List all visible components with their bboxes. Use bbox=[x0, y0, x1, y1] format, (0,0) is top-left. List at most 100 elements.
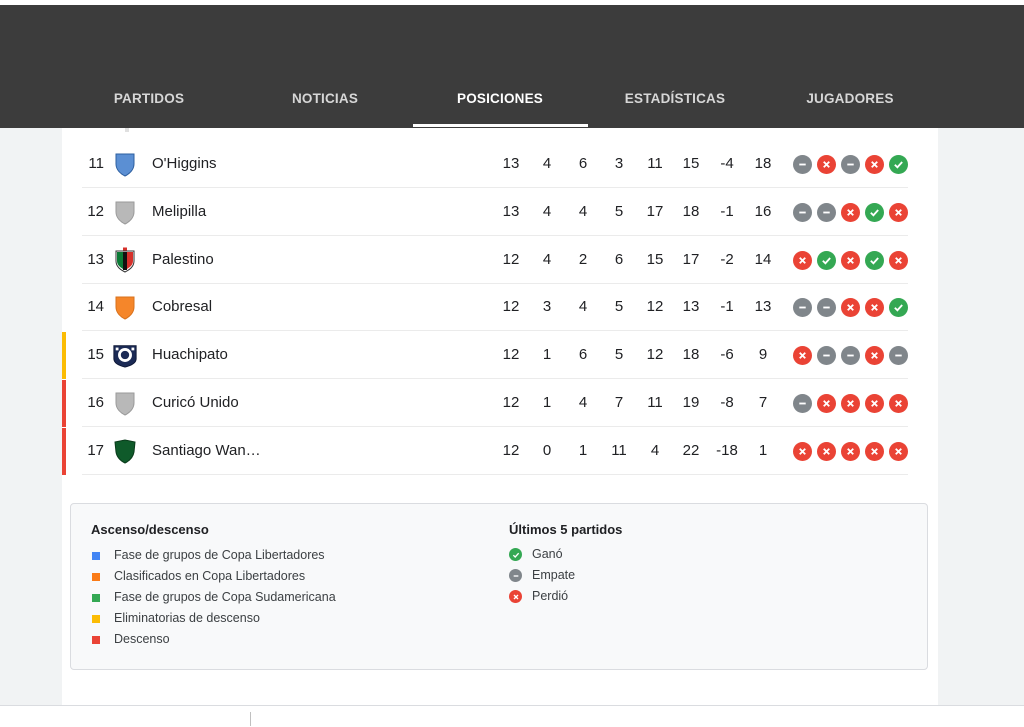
legend-result-label: Perdió bbox=[532, 589, 569, 603]
stat-cell: 9 bbox=[758, 346, 768, 363]
check-icon bbox=[509, 548, 522, 561]
stat-cell: 5 bbox=[614, 298, 624, 315]
stat-cell: 4 bbox=[578, 298, 588, 315]
tab-jugadores[interactable]: JUGADORES bbox=[800, 91, 900, 115]
close-icon bbox=[865, 155, 884, 174]
stat-cell: 13 bbox=[682, 298, 700, 315]
stat-cell: 2 bbox=[578, 251, 588, 268]
position-cell: 15 bbox=[87, 346, 104, 363]
close-icon bbox=[865, 346, 884, 365]
bottom-divider bbox=[250, 712, 251, 726]
minus-icon bbox=[841, 346, 860, 365]
table-row[interactable]: 11 O'Higgins 13 4 6 3 11 15 -4 18 bbox=[62, 141, 938, 188]
position-cell: 13 bbox=[87, 251, 104, 268]
team-name[interactable]: Curicó Unido bbox=[152, 394, 239, 411]
position-cell: 12 bbox=[87, 203, 104, 220]
cobresal-crest bbox=[112, 294, 138, 320]
minus-icon bbox=[793, 155, 812, 174]
stat-cell: 18 bbox=[682, 203, 700, 220]
previous-row-edge bbox=[125, 128, 129, 132]
ohiggins-crest bbox=[112, 151, 138, 177]
check-icon bbox=[889, 298, 908, 317]
minus-icon bbox=[793, 203, 812, 222]
team-name[interactable]: Palestino bbox=[152, 251, 214, 268]
close-icon bbox=[817, 394, 836, 413]
row-divider bbox=[82, 187, 908, 188]
legend-color-swatch bbox=[92, 615, 100, 623]
stat-cell: 5 bbox=[614, 203, 624, 220]
stat-cell: 18 bbox=[754, 155, 772, 172]
team-name[interactable]: Santiago Wan… bbox=[152, 442, 261, 459]
stat-cell: 17 bbox=[646, 203, 664, 220]
legend-result-label: Ganó bbox=[532, 547, 563, 561]
row-divider bbox=[82, 474, 908, 475]
active-tab-indicator bbox=[413, 124, 588, 127]
app-header: PARTIDOS NOTICIAS POSICIONES ESTADÍSTICA… bbox=[0, 0, 1024, 128]
stat-cell: -8 bbox=[720, 394, 734, 411]
minus-icon bbox=[793, 394, 812, 413]
table-row[interactable]: 15 Huachipato 12 1 6 5 12 18 -6 9 bbox=[62, 332, 938, 379]
stat-cell: 4 bbox=[578, 394, 588, 411]
tab-partidos[interactable]: PARTIDOS bbox=[112, 91, 186, 115]
table-row[interactable]: 13 Palestino 12 4 2 6 15 17 -2 14 bbox=[62, 237, 938, 284]
check-icon bbox=[889, 155, 908, 174]
table-row[interactable]: 14 Cobresal 12 3 4 5 12 13 -1 13 bbox=[62, 284, 938, 331]
zone-indicator bbox=[62, 332, 66, 379]
close-icon bbox=[841, 298, 860, 317]
stat-cell: 17 bbox=[682, 251, 700, 268]
position-cell: 16 bbox=[87, 394, 104, 411]
curico-crest bbox=[112, 390, 138, 416]
bottom-bar bbox=[0, 705, 1024, 727]
position-cell: 11 bbox=[88, 155, 104, 172]
close-icon bbox=[509, 590, 522, 603]
close-icon bbox=[841, 442, 860, 461]
position-cell: 14 bbox=[87, 298, 104, 315]
stat-cell: 3 bbox=[614, 155, 624, 172]
close-icon bbox=[793, 346, 812, 365]
row-divider bbox=[82, 426, 908, 427]
minus-icon bbox=[841, 155, 860, 174]
wanderers-crest bbox=[112, 438, 138, 464]
table-row[interactable]: 17 Santiago Wan… 12 0 1 11 4 22 -18 1 bbox=[62, 428, 938, 475]
team-name[interactable]: Melipilla bbox=[152, 203, 206, 220]
legend-color-swatch bbox=[92, 573, 100, 581]
team-name[interactable]: Huachipato bbox=[152, 346, 228, 363]
position-cell: 17 bbox=[87, 442, 104, 459]
stat-cell: 16 bbox=[754, 203, 772, 220]
stat-cell: 1 bbox=[758, 442, 768, 459]
stat-cell: 11 bbox=[647, 394, 663, 411]
stat-cell: 12 bbox=[502, 346, 520, 363]
close-icon bbox=[865, 442, 884, 461]
stat-cell: 13 bbox=[502, 203, 520, 220]
zone-indicator bbox=[62, 380, 66, 427]
team-name[interactable]: Cobresal bbox=[152, 298, 212, 315]
stat-cell: -18 bbox=[716, 442, 738, 459]
close-icon bbox=[865, 298, 884, 317]
close-icon bbox=[841, 394, 860, 413]
stat-cell: -6 bbox=[720, 346, 734, 363]
stat-cell: 1 bbox=[542, 346, 552, 363]
stat-cell: -1 bbox=[720, 203, 734, 220]
legend-results-title: Últimos 5 partidos bbox=[509, 522, 623, 537]
table-row[interactable]: 16 Curicó Unido 12 1 4 7 11 19 -8 7 bbox=[62, 380, 938, 427]
minus-icon bbox=[817, 346, 836, 365]
table-row[interactable]: 12 Melipilla 13 4 4 5 17 18 -1 16 bbox=[62, 189, 938, 236]
tab-noticias[interactable]: NOTICIAS bbox=[288, 91, 362, 115]
tab-posiciones[interactable]: POSICIONES bbox=[448, 91, 552, 115]
minus-icon bbox=[793, 298, 812, 317]
legend-result-label: Empate bbox=[532, 568, 576, 582]
legend-panel: Ascenso/descenso Fase de grupos de Copa … bbox=[70, 503, 928, 670]
close-icon bbox=[817, 155, 836, 174]
tab-estadisticas[interactable]: ESTADÍSTICAS bbox=[618, 91, 732, 115]
stat-cell: 14 bbox=[754, 251, 772, 268]
stat-cell: 19 bbox=[682, 394, 700, 411]
huachipato-crest bbox=[112, 342, 138, 368]
check-icon bbox=[865, 203, 884, 222]
stat-cell: 7 bbox=[614, 394, 624, 411]
row-divider bbox=[82, 330, 908, 331]
team-name[interactable]: O'Higgins bbox=[152, 155, 217, 172]
tab-bar: PARTIDOS NOTICIAS POSICIONES ESTADÍSTICA… bbox=[62, 5, 938, 128]
legend-zone-label: Fase de grupos de Copa Libertadores bbox=[114, 548, 325, 562]
stat-cell: 13 bbox=[502, 155, 520, 172]
close-icon bbox=[889, 203, 908, 222]
